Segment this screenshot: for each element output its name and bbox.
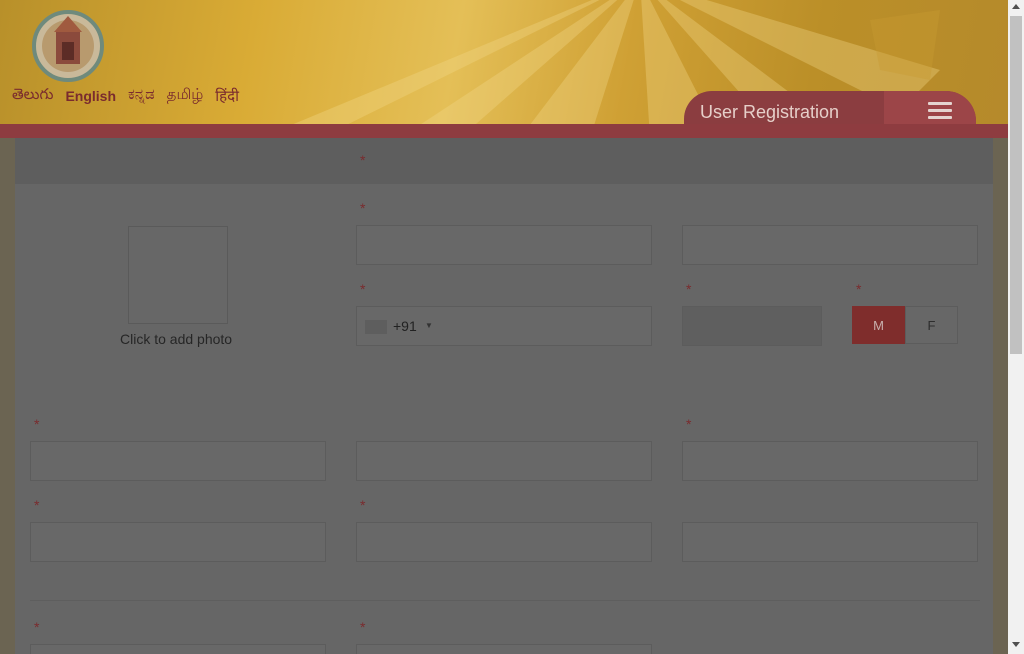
text-input-3[interactable] xyxy=(30,441,326,481)
text-input-10[interactable] xyxy=(356,644,652,654)
required-marker: * xyxy=(360,619,366,635)
text-input-8[interactable] xyxy=(682,522,978,562)
registration-form: * Click to add photo * * +91 ▼ * * M F *… xyxy=(15,138,993,654)
country-flag-icon[interactable] xyxy=(365,320,387,334)
header-band xyxy=(0,124,1008,138)
right-border xyxy=(993,138,1008,654)
page-title: User Registration xyxy=(700,102,840,122)
text-input-5[interactable] xyxy=(682,441,978,481)
vertical-scrollbar[interactable] xyxy=(1008,0,1024,654)
gender-female-button[interactable]: F xyxy=(905,306,958,344)
required-marker: * xyxy=(34,497,40,513)
required-marker: * xyxy=(686,416,692,432)
language-tamil[interactable]: தமிழ் xyxy=(167,86,204,107)
required-marker: * xyxy=(360,200,366,216)
language-selector: తెలుగు English ಕನ್ನಡ தமிழ் हिंदी xyxy=(12,86,239,107)
required-marker: * xyxy=(34,416,40,432)
gender-toggle: M F xyxy=(852,306,958,344)
required-marker: * xyxy=(360,152,366,168)
required-marker: * xyxy=(686,281,692,297)
phone-input[interactable]: +91 ▼ xyxy=(356,306,652,346)
text-input-1[interactable] xyxy=(356,225,652,265)
scroll-up-icon[interactable] xyxy=(1012,4,1020,9)
language-telugu[interactable]: తెలుగు xyxy=(12,86,53,107)
language-kannada[interactable]: ಕನ್ನಡ xyxy=(128,86,155,107)
required-marker: * xyxy=(34,619,40,635)
header: తెలుగు English ಕನ್ನಡ தமிழ் हिंदी User Re… xyxy=(0,0,1008,138)
photo-upload-label[interactable]: Click to add photo xyxy=(120,331,232,347)
caret-down-icon[interactable]: ▼ xyxy=(425,321,433,330)
hamburger-menu-icon[interactable] xyxy=(928,102,952,122)
text-input-9[interactable] xyxy=(30,644,326,654)
left-border xyxy=(0,138,15,654)
photo-upload-box[interactable] xyxy=(128,226,228,324)
section-divider xyxy=(30,600,980,601)
form-header-bar: * xyxy=(15,138,993,184)
language-english[interactable]: English xyxy=(65,88,116,107)
text-input-7[interactable] xyxy=(356,522,652,562)
required-marker: * xyxy=(360,497,366,513)
text-input-4[interactable] xyxy=(356,441,652,481)
gender-male-button[interactable]: M xyxy=(852,306,905,344)
required-marker: * xyxy=(856,281,862,297)
text-input-6[interactable] xyxy=(30,522,326,562)
scrollbar-thumb[interactable] xyxy=(1010,16,1022,354)
country-code[interactable]: +91 xyxy=(393,318,417,334)
temple-logo[interactable] xyxy=(32,8,104,84)
scroll-down-icon[interactable] xyxy=(1012,642,1020,647)
required-marker: * xyxy=(360,281,366,297)
language-hindi[interactable]: हिंदी xyxy=(215,86,239,107)
text-input-2[interactable] xyxy=(682,225,978,265)
date-input[interactable] xyxy=(682,306,822,346)
